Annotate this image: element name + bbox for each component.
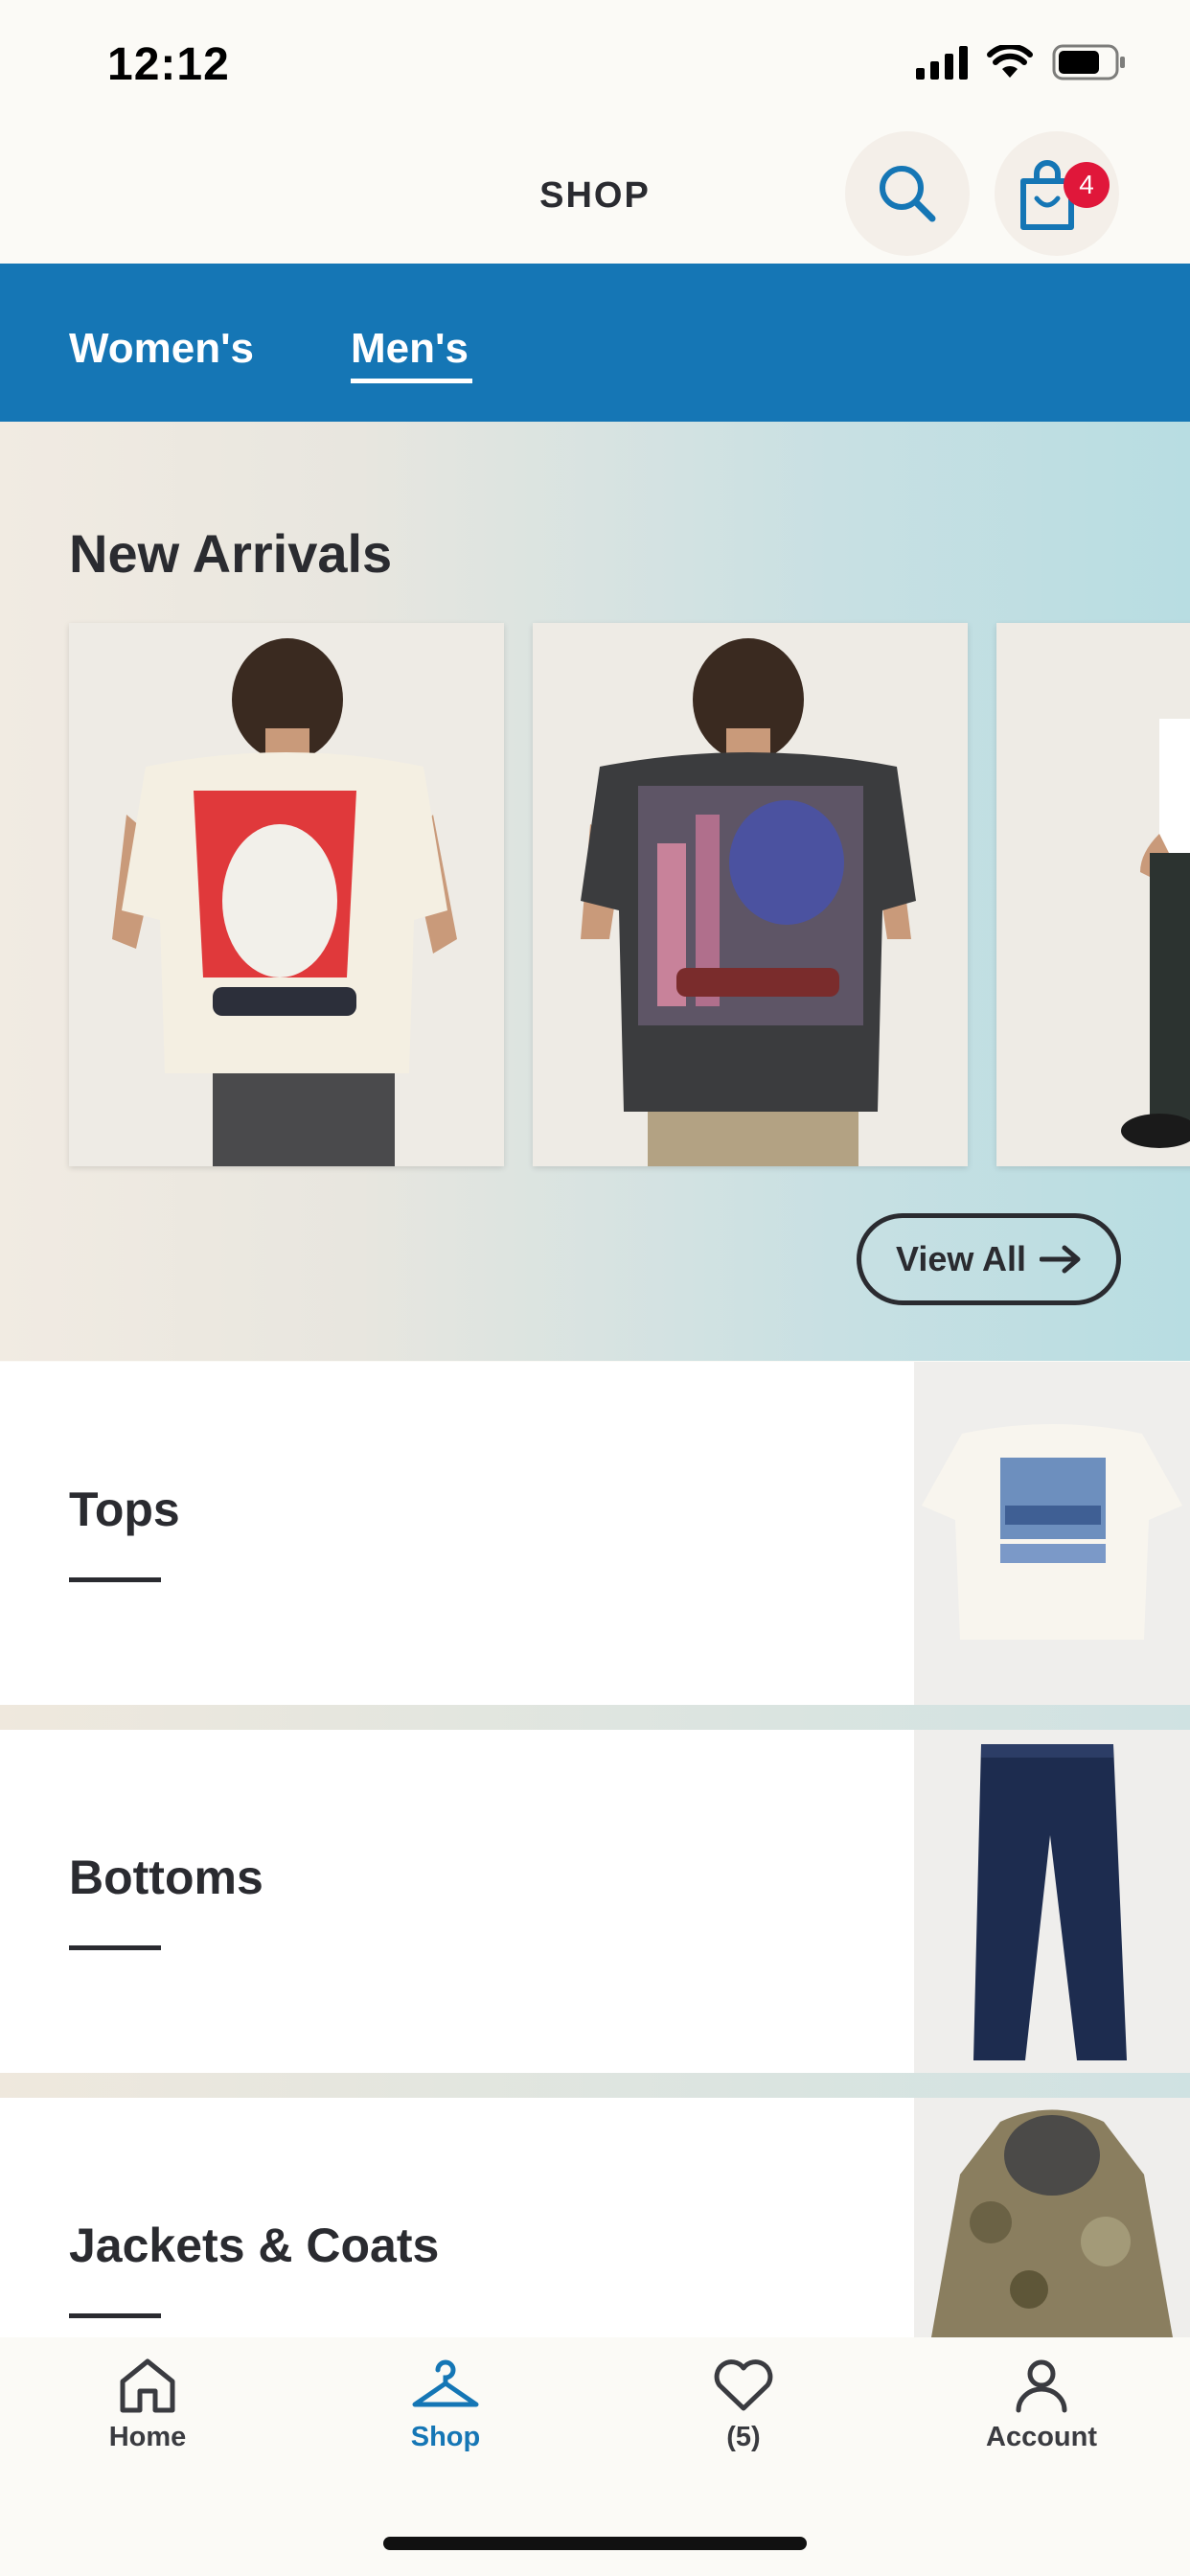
gender-tabs: Women's Men's — [0, 264, 1190, 422]
category-bottoms[interactable]: Bottoms — [0, 1730, 1190, 2073]
home-icon — [120, 2358, 175, 2413]
status-bar: 12:12 — [0, 0, 1190, 129]
nav-account[interactable]: Account — [946, 2357, 1137, 2453]
app-header: SHOP 4 — [0, 129, 1190, 264]
category-title: Jackets & Coats — [69, 2219, 440, 2272]
product-image — [996, 623, 1190, 1166]
view-all-label: View All — [895, 1239, 1027, 1278]
shopping-bag-button[interactable]: 4 — [995, 131, 1119, 256]
category-image — [914, 1362, 1190, 1705]
jacket-image — [914, 2098, 1190, 2337]
product-image — [533, 623, 968, 1166]
section-divider — [0, 2073, 1190, 2098]
category-underline — [69, 2313, 161, 2318]
search-button[interactable] — [845, 131, 970, 256]
nav-shop[interactable]: Shop — [350, 2357, 541, 2453]
product-card[interactable] — [69, 623, 504, 1166]
wifi-icon — [987, 45, 1033, 78]
nav-account-label: Account — [986, 2422, 1097, 2452]
category-jackets-coats[interactable]: Jackets & Coats — [0, 2098, 1190, 2337]
person-icon — [1016, 2359, 1067, 2413]
product-card[interactable] — [996, 623, 1190, 1166]
product-card[interactable] — [533, 623, 968, 1166]
category-tops[interactable]: Tops — [0, 1362, 1190, 1705]
cellular-signal-icon — [916, 45, 968, 80]
nav-wishlist-count: (5) — [726, 2422, 761, 2452]
jeans-image — [914, 1730, 1190, 2073]
arrow-right-icon — [1040, 1245, 1081, 1274]
section-divider — [0, 1705, 1190, 1730]
category-title: Tops — [69, 1483, 180, 1536]
new-arrivals-title: New Arrivals — [69, 523, 393, 584]
search-icon — [880, 166, 936, 222]
category-title: Bottoms — [69, 1851, 263, 1904]
tab-mens[interactable]: Men's — [351, 325, 469, 373]
heart-icon — [714, 2359, 773, 2411]
category-underline — [69, 1577, 161, 1582]
tab-selected-indicator — [351, 379, 472, 383]
new-arrivals-section: New Arrivals View All — [0, 422, 1190, 1361]
cart-count-badge: 4 — [1064, 162, 1110, 208]
hanger-icon — [412, 2359, 479, 2407]
status-time: 12:12 — [107, 39, 230, 90]
category-image — [914, 2098, 1190, 2337]
battery-icon — [1052, 44, 1125, 80]
tshirt-image — [914, 1362, 1190, 1705]
view-all-button[interactable]: View All — [857, 1213, 1121, 1305]
nav-home[interactable]: Home — [52, 2357, 243, 2453]
nav-wishlist[interactable]: (5) — [648, 2357, 839, 2453]
category-underline — [69, 1945, 161, 1950]
home-indicator — [383, 2537, 807, 2550]
category-image — [914, 1730, 1190, 2073]
nav-shop-label: Shop — [410, 2422, 481, 2452]
product-image — [69, 623, 504, 1166]
nav-home-label: Home — [108, 2422, 187, 2452]
tab-womens[interactable]: Women's — [69, 325, 254, 373]
status-icons — [916, 44, 1127, 80]
